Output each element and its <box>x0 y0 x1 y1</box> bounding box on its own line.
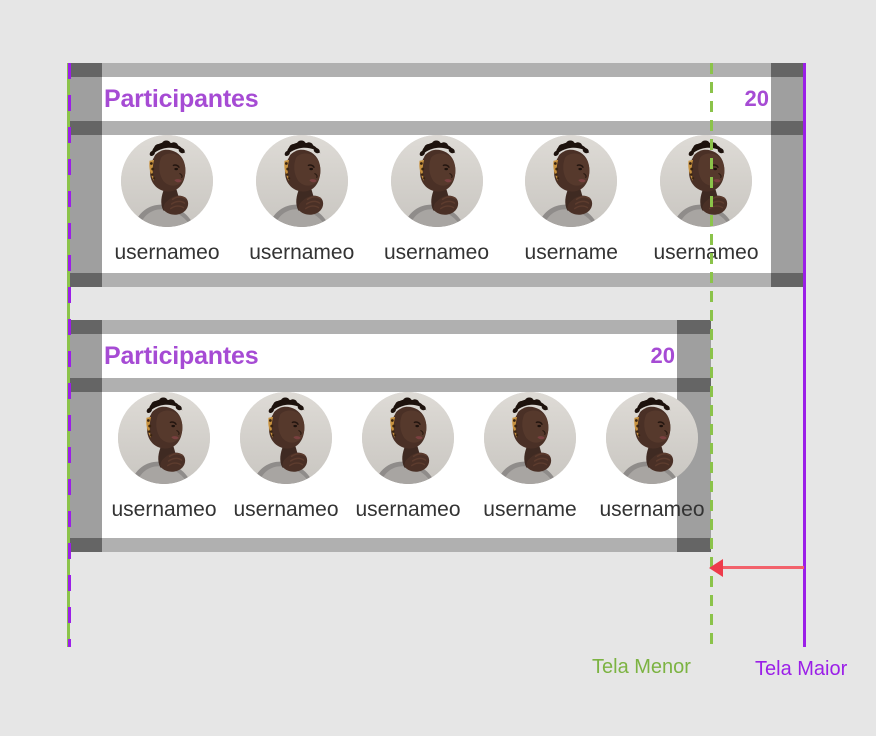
shrink-arrow-head-icon <box>709 559 723 577</box>
participant-username: usernameo <box>653 241 759 264</box>
participants-list-large: usernameo usernameo usernameo username u… <box>102 135 771 273</box>
card-header-large: Participantes 20 <box>102 77 771 121</box>
corner-mid-right <box>677 378 711 392</box>
participant-item[interactable]: usernameo <box>238 135 366 273</box>
corner-top-right <box>771 63 805 77</box>
user-avatar-photo <box>121 135 213 227</box>
card-header-small: Participantes 20 <box>102 334 677 378</box>
corner-bottom-left <box>68 273 102 287</box>
mockup-canvas: Participantes 20 usernameo usernameo use… <box>0 0 876 736</box>
user-avatar-icon[interactable] <box>121 135 213 227</box>
user-avatar-photo <box>390 135 483 227</box>
corner-mid-left <box>68 378 102 392</box>
page-title: Participantes <box>104 84 259 113</box>
gutter-right <box>771 63 805 287</box>
participants-count-badge: 20 <box>744 86 769 111</box>
page-title: Participantes <box>104 341 259 370</box>
corner-mid-right <box>771 121 805 135</box>
user-avatar-icon[interactable] <box>484 392 576 484</box>
participant-item[interactable]: usernameo <box>103 392 225 538</box>
gutter-left <box>68 63 102 287</box>
participant-item[interactable]: usernameo <box>591 392 711 538</box>
participant-username: username <box>483 498 577 521</box>
corner-top-right <box>677 320 711 334</box>
participants-card-large: Participantes 20 usernameo usernameo use… <box>68 63 805 287</box>
user-avatar-icon[interactable] <box>390 135 483 227</box>
user-avatar-icon[interactable] <box>255 135 348 227</box>
user-avatar-icon[interactable] <box>118 392 210 484</box>
corner-bottom-right <box>771 273 805 287</box>
participant-username: usernameo <box>599 498 705 521</box>
corner-bottom-left <box>68 538 102 552</box>
user-avatar-photo <box>606 392 698 484</box>
corner-mid-left <box>68 121 102 135</box>
participant-username: usernameo <box>233 498 339 521</box>
user-avatar-icon[interactable] <box>660 135 752 227</box>
corner-top-left <box>68 63 102 77</box>
participants-card-small: Participantes 20 usernameo usernameo use… <box>68 320 711 552</box>
participant-username: usernameo <box>355 498 461 521</box>
label-tela-maior: Tela Maior <box>755 658 848 680</box>
user-avatar-photo <box>255 135 348 227</box>
card-content-small: Participantes 20 usernameo usernameo use… <box>102 320 705 552</box>
user-avatar-photo <box>484 392 576 484</box>
participant-item[interactable]: username <box>507 135 635 273</box>
participant-item[interactable]: usernameo <box>103 135 231 273</box>
user-avatar-icon[interactable] <box>240 392 332 484</box>
participants-count-badge: 20 <box>650 343 675 368</box>
user-avatar-photo <box>525 135 618 227</box>
gutter-left <box>68 320 102 552</box>
corner-top-left <box>68 320 102 334</box>
participant-username: usernameo <box>111 498 217 521</box>
user-avatar-photo <box>362 392 454 484</box>
participant-item[interactable]: username <box>469 392 591 538</box>
user-avatar-icon[interactable] <box>606 392 698 484</box>
user-avatar-icon[interactable] <box>525 135 618 227</box>
participant-item[interactable]: usernameo <box>347 392 469 538</box>
participant-username: usernameo <box>249 241 355 264</box>
shrink-arrow-line <box>718 566 804 569</box>
card-content-large: Participantes 20 usernameo usernameo use… <box>102 63 771 287</box>
participant-username: username <box>524 241 618 264</box>
guide-tela-maior <box>803 63 806 647</box>
participant-item[interactable]: usernameo <box>642 135 770 273</box>
corner-bottom-right <box>677 538 711 552</box>
user-avatar-icon[interactable] <box>362 392 454 484</box>
participant-item[interactable]: usernameo <box>225 392 347 538</box>
guide-left-purple <box>68 63 71 647</box>
user-avatar-photo <box>240 392 332 484</box>
participant-username: usernameo <box>114 241 220 264</box>
participants-list-small: usernameo usernameo usernameo username u… <box>102 392 705 538</box>
user-avatar-photo <box>660 135 752 227</box>
participant-item[interactable]: usernameo <box>373 135 501 273</box>
participant-username: usernameo <box>383 241 490 264</box>
label-tela-menor: Tela Menor <box>592 656 691 678</box>
user-avatar-photo <box>118 392 210 484</box>
